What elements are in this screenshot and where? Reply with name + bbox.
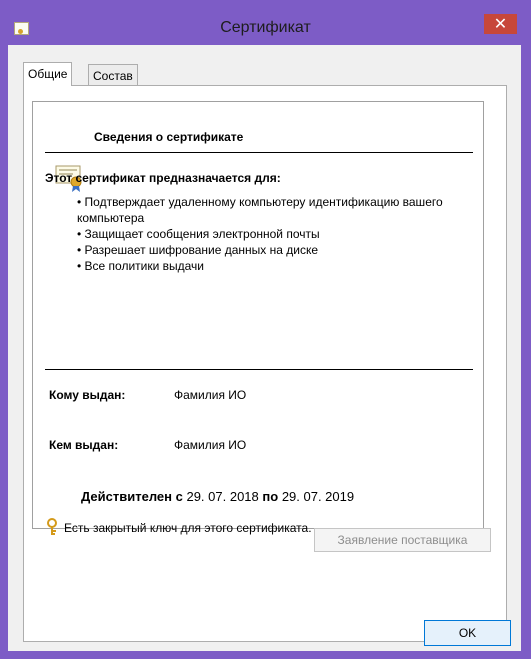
issued-by-label: Кем выдан: bbox=[49, 438, 119, 452]
purpose-item: • Разрешает шифрование данных на диске bbox=[77, 243, 319, 257]
tab-general[interactable]: Общие bbox=[23, 62, 73, 86]
valid-from-label: Действителен с bbox=[81, 489, 183, 504]
validity-line: Действителен с 29. 07. 2018 по 29. 07. 2… bbox=[81, 489, 354, 504]
purpose-item: • Подтверждает удаленному компьютеру иде… bbox=[77, 195, 443, 225]
purpose-item: • Все политики выдачи bbox=[77, 259, 205, 273]
header-divider bbox=[45, 152, 473, 153]
purpose-item: • Защищает сообщения электронной почты bbox=[77, 227, 320, 241]
issued-to-label: Кому выдан: bbox=[49, 388, 126, 402]
issued-to-value: Фамилия ИО bbox=[174, 388, 247, 402]
window-title: Сертификат bbox=[220, 19, 311, 36]
dialog-client-area: Общие Состав Сведения о сертификате Этот… bbox=[8, 45, 521, 651]
valid-from-date: 29. 07. 2018 bbox=[186, 489, 259, 504]
title-bar[interactable]: Сертификат ✕ bbox=[0, 0, 531, 44]
tab-details[interactable]: Состав bbox=[88, 64, 138, 86]
valid-to-label: по bbox=[262, 489, 279, 504]
close-button[interactable]: ✕ bbox=[484, 14, 517, 34]
certificate-window: Сертификат ✕ Общие Состав Сведения о сер… bbox=[0, 0, 531, 659]
purpose-title: Этот сертификат предназначается для: bbox=[45, 171, 281, 185]
certificate-info-title: Сведения о сертификате bbox=[94, 130, 244, 144]
purpose-list: • Подтверждает удаленному компьютеру иде… bbox=[77, 194, 477, 274]
purpose-divider bbox=[45, 369, 473, 370]
ok-button[interactable]: OK bbox=[424, 620, 511, 646]
certificate-info-box: Сведения о сертификате Этот сертификат п… bbox=[32, 101, 484, 535]
valid-to-date: 29. 07. 2019 bbox=[281, 489, 355, 504]
key-icon bbox=[47, 518, 57, 535]
issued-by-value: Фамилия ИО bbox=[174, 438, 247, 452]
private-key-note: Есть закрытый ключ для этого сертификата… bbox=[64, 521, 312, 535]
issuer-statement-button[interactable]: Заявление поставщика bbox=[314, 528, 491, 552]
